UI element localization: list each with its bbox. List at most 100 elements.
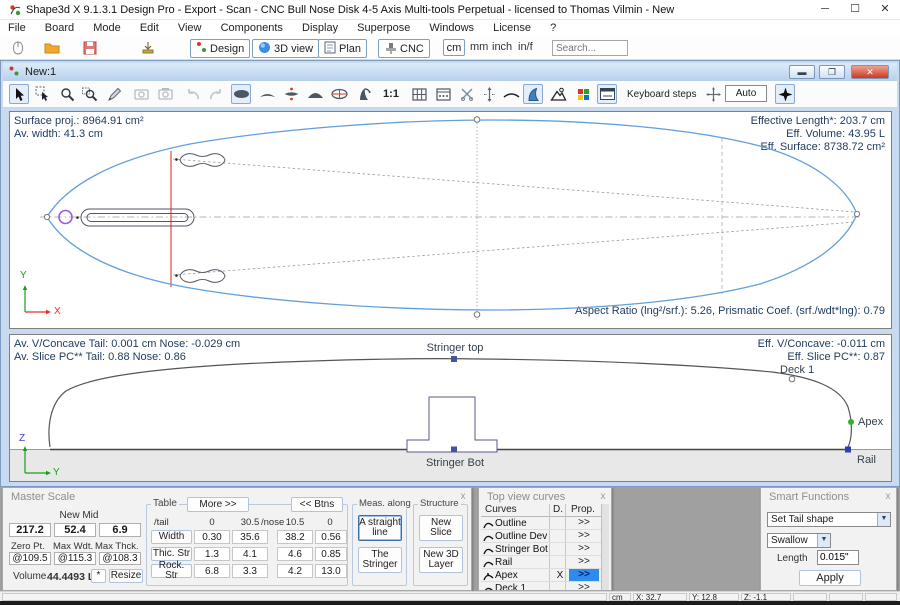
slice-view-icon[interactable]: [329, 84, 349, 104]
minimize-button[interactable]: ─: [810, 0, 840, 20]
scale-1-1-button[interactable]: 1:1: [381, 84, 401, 104]
menu-view[interactable]: View: [170, 20, 210, 36]
colors-icon[interactable]: [573, 84, 593, 104]
rocker-view-icon[interactable]: [257, 84, 277, 104]
smart-functions-close-icon[interactable]: x: [882, 491, 894, 503]
new-3d-layer-button[interactable]: New 3D Layer: [419, 547, 463, 573]
select-box-icon[interactable]: [33, 84, 53, 104]
prop-link[interactable]: >>: [569, 530, 599, 542]
curve-row-apex[interactable]: ApexX>>: [481, 569, 601, 582]
3d-fin-view-icon[interactable]: [353, 84, 373, 104]
row-rock-button[interactable]: Rock. Str: [151, 564, 192, 578]
auto-button[interactable]: Auto: [725, 85, 767, 102]
measure-angle-icon[interactable]: [548, 84, 568, 104]
table-cell[interactable]: 6.8: [194, 564, 230, 578]
prop-link[interactable]: >>: [569, 556, 599, 568]
search-input[interactable]: [552, 40, 628, 56]
menu-board[interactable]: Board: [37, 20, 82, 36]
curve-row-rail[interactable]: Rail>>: [481, 556, 601, 569]
curve-row-deck[interactable]: Deck 1>>: [481, 582, 601, 591]
snapshot-2-icon[interactable]: [155, 84, 175, 104]
doc-close-button[interactable]: ✕: [851, 65, 889, 79]
undo-icon[interactable]: [183, 84, 203, 104]
max-thck-value[interactable]: @108.3: [99, 552, 141, 565]
top-view-canvas[interactable]: [10, 112, 891, 328]
menu-display[interactable]: Display: [294, 20, 346, 36]
prop-link[interactable]: >>: [569, 543, 599, 555]
curve-row-stringer-bot[interactable]: Stringer Bot>>: [481, 543, 601, 556]
menu-windows[interactable]: Windows: [421, 20, 482, 36]
menu-superpose[interactable]: Superpose: [349, 20, 418, 36]
3d-view-button[interactable]: 3D view: [252, 39, 319, 58]
maximize-button[interactable]: ☐: [840, 0, 870, 20]
cut-icon[interactable]: [457, 84, 477, 104]
redo-icon[interactable]: [205, 84, 225, 104]
smart-star-icon[interactable]: [775, 84, 795, 104]
top-view-panel[interactable]: Surface proj.: 8964.91 cm² Av. width: 41…: [9, 111, 892, 329]
outline-view-icon[interactable]: [231, 84, 251, 104]
row-width-button[interactable]: Width: [151, 530, 192, 544]
function-select[interactable]: Set Tail shape ▼: [767, 512, 891, 527]
cnc-button[interactable]: CNC: [378, 39, 430, 58]
thickness-view-icon[interactable]: [281, 84, 301, 104]
prop-link-selected[interactable]: >>: [569, 569, 599, 581]
select-arrow-icon[interactable]: [9, 84, 29, 104]
export-machine-icon[interactable]: [140, 40, 156, 59]
curves-panel-close-icon[interactable]: x: [597, 491, 609, 503]
design-button[interactable]: Design: [190, 39, 250, 58]
menu-file[interactable]: File: [0, 20, 34, 36]
straight-line-button[interactable]: A straight line: [358, 515, 402, 541]
measure-pen-icon[interactable]: [104, 84, 124, 104]
zoom-window-icon[interactable]: [80, 84, 100, 104]
symmetry-icon[interactable]: [479, 84, 499, 104]
panel-icon[interactable]: [433, 84, 453, 104]
table-cell[interactable]: 0.85: [315, 547, 347, 561]
table-cell[interactable]: 38.2: [277, 530, 313, 544]
unit-inch-button[interactable]: inch: [492, 41, 512, 53]
slice-view-panel[interactable]: Av. V/Concave Tail: 0.001 cm Nose: -0.02…: [9, 334, 892, 482]
table-cell[interactable]: 0.30: [194, 530, 230, 544]
open-folder-icon[interactable]: [44, 40, 60, 59]
fin-icon[interactable]: [523, 84, 543, 104]
shape-select[interactable]: Swallow ▼: [767, 533, 831, 548]
menu-edit[interactable]: Edit: [132, 20, 167, 36]
resize-button[interactable]: Resize: [109, 569, 143, 583]
table-cell[interactable]: 4.6: [277, 547, 313, 561]
prop-link[interactable]: >>: [569, 582, 599, 591]
unit-mm-button[interactable]: mm: [470, 41, 488, 53]
volume-star-button[interactable]: *: [91, 569, 106, 583]
table-cell[interactable]: 0.56: [315, 530, 347, 544]
unit-inf-button[interactable]: in/f: [518, 41, 533, 53]
length-input[interactable]: [817, 550, 859, 565]
max-wdt-value[interactable]: @115.3: [54, 552, 96, 565]
thickness-value[interactable]: 6.9: [99, 523, 141, 537]
table-cell[interactable]: 13.0: [315, 564, 347, 578]
close-button[interactable]: ✕: [870, 0, 900, 20]
menu-help[interactable]: ?: [542, 20, 564, 36]
menu-components[interactable]: Components: [213, 20, 291, 36]
unit-cm-button[interactable]: cm: [443, 39, 465, 56]
menu-mode[interactable]: Mode: [85, 20, 129, 36]
prop-link[interactable]: >>: [569, 517, 599, 529]
window-layout-icon[interactable]: [597, 84, 617, 104]
curve-row-outline[interactable]: Outline>>: [481, 517, 601, 530]
table-cell[interactable]: 1.3: [194, 547, 230, 561]
btns-button[interactable]: << Btns: [291, 497, 343, 512]
curve-icon[interactable]: [501, 84, 521, 104]
more-button[interactable]: More >>: [187, 497, 249, 512]
doc-restore-button[interactable]: ❐: [819, 65, 845, 79]
move-steps-icon[interactable]: [703, 84, 723, 104]
apply-button[interactable]: Apply: [799, 570, 861, 586]
deck-view-icon[interactable]: [305, 84, 325, 104]
mouse-settings-icon[interactable]: [10, 40, 26, 59]
table-cell[interactable]: 4.2: [277, 564, 313, 578]
doc-minimize-button[interactable]: ▬: [789, 65, 815, 79]
curve-row-outline-dev[interactable]: Outline Dev>>: [481, 530, 601, 543]
snapshot-icon[interactable]: [131, 84, 151, 104]
the-stringer-button[interactable]: The Stringer: [358, 547, 402, 573]
plan-button[interactable]: Plan: [318, 39, 367, 58]
table-cell[interactable]: 3.3: [232, 564, 268, 578]
grid-icon[interactable]: [409, 84, 429, 104]
zero-pt-value[interactable]: @109.5: [9, 552, 51, 565]
table-cell[interactable]: 4.1: [232, 547, 268, 561]
